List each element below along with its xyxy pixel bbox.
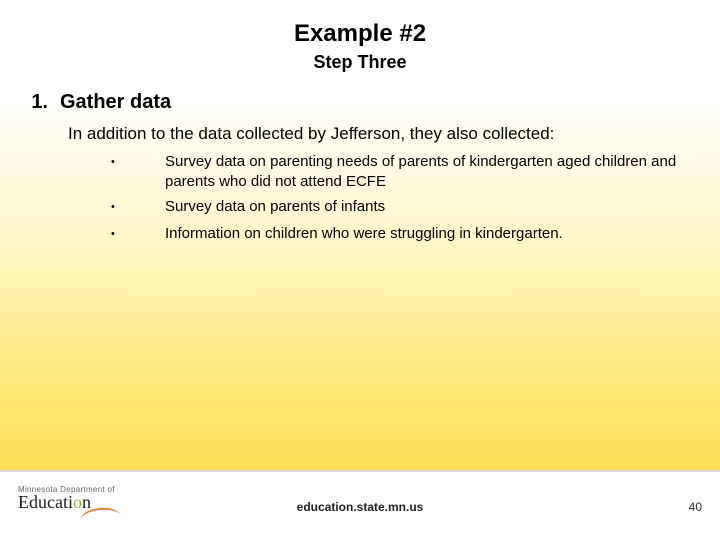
bullet-list: • Survey data on parenting needs of pare…: [111, 152, 688, 245]
bullet-text: Survey data on parents of infants: [165, 197, 688, 217]
slide: Example #2 Step Three 1. Gather data In …: [0, 0, 720, 540]
footer-url: education.state.mn.us: [0, 500, 720, 514]
bullet-text: Information on children who were struggl…: [165, 224, 688, 244]
bullet-item: • Information on children who were strug…: [111, 224, 688, 245]
bullet-item: • Survey data on parenting needs of pare…: [111, 152, 688, 191]
numbered-item: 1. Gather data: [26, 91, 688, 114]
bullet-text: Survey data on parenting needs of parent…: [165, 152, 688, 191]
bullet-marker: •: [111, 197, 119, 218]
intro-text: In addition to the data collected by Jef…: [68, 124, 688, 144]
page-number: 40: [689, 500, 702, 514]
slide-subtitle: Step Three: [0, 52, 720, 73]
bullet-marker: •: [111, 152, 119, 173]
item-number: 1.: [26, 91, 48, 114]
item-heading: Gather data: [60, 91, 171, 114]
slide-title: Example #2: [0, 0, 720, 48]
content-area: 1. Gather data In addition to the data c…: [0, 73, 720, 245]
bullet-item: • Survey data on parents of infants: [111, 197, 688, 218]
bullet-marker: •: [111, 224, 119, 245]
footer: Minnesota Department of Education educat…: [0, 470, 720, 540]
